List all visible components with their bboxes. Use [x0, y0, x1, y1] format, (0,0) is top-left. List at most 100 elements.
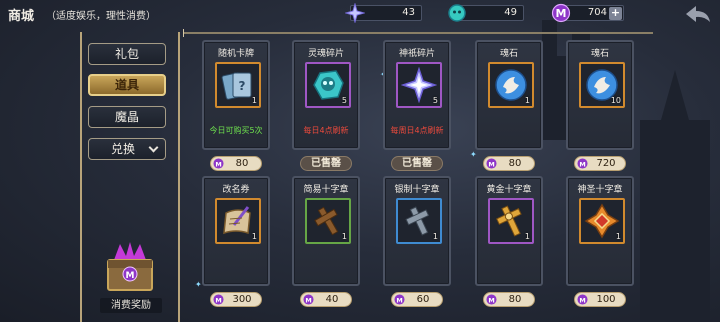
svg-text:M: M: [305, 296, 311, 304]
spending-reward-label[interactable]: 消费奖励: [100, 298, 162, 313]
spirit-orb-value: 49: [504, 7, 517, 18]
price-button[interactable]: M 720: [574, 156, 626, 171]
item-quantity: 10: [610, 96, 621, 105]
chevron-down-icon: [148, 142, 159, 153]
sparkle-icon: ✦: [195, 280, 202, 289]
purple-gem-icon: M: [213, 158, 224, 169]
soul-shard-icon: [313, 70, 344, 100]
item-quantity: 5: [341, 96, 347, 105]
tab-exchange-label: 兑换: [111, 142, 136, 156]
svg-text:M: M: [215, 296, 221, 304]
item-quantity: 1: [341, 232, 347, 241]
scroll-quill-icon: [223, 206, 251, 235]
item-name: 简易十字章: [303, 185, 349, 195]
top-bar: 商城 （适度娱乐，理性消费） 43 49 M 704 +: [0, 0, 720, 28]
svg-text:M: M: [488, 160, 494, 168]
svg-text:M: M: [396, 296, 402, 304]
shop-item-soul-stone-bundle[interactable]: 魂石 10: [566, 40, 634, 150]
price-button[interactable]: M 40: [300, 292, 352, 307]
purple-gem-value: 704: [587, 7, 607, 18]
page-subtitle: （适度娱乐，理性消费）: [46, 11, 156, 22]
item-quantity: 1: [524, 232, 530, 241]
item-name: 银制十字章: [394, 185, 440, 195]
svg-text:?: ?: [239, 79, 246, 93]
price-button[interactable]: M 100: [574, 292, 626, 307]
item-icon-frame: ? 1: [215, 62, 261, 108]
price-button[interactable]: M 300: [210, 292, 262, 307]
svg-text:M: M: [579, 160, 585, 168]
item-icon-frame: 1: [305, 198, 351, 244]
item-name: 神祇碎片: [398, 49, 435, 59]
page-title: 商城: [8, 9, 35, 24]
star-shard-value: 43: [402, 7, 415, 18]
purple-gem-icon: M: [303, 294, 314, 305]
wooden-cross-icon: [314, 206, 339, 236]
price-value: 80: [508, 158, 522, 169]
item-quantity: 1: [251, 232, 257, 241]
svg-text:M: M: [215, 160, 221, 168]
card-deck-icon: ?: [221, 72, 252, 100]
star-shard-icon: [345, 3, 365, 23]
shop-item-deity-shard[interactable]: 神祇碎片 5 每周日4点刷新: [383, 40, 451, 150]
item-quantity: 1: [432, 232, 438, 241]
shop-item-random-card[interactable]: 随机卡牌 ? 1 今日可购买5次: [202, 40, 270, 150]
refresh-note: 每周日4点刷新: [390, 126, 444, 135]
tab-gift-pack[interactable]: 礼包: [88, 43, 166, 65]
holy-cross-icon: [584, 203, 620, 239]
spirit-orb-counter: 49: [448, 4, 524, 22]
shop-item-rename-ticket[interactable]: 改名券 1: [202, 176, 270, 286]
shop-item-silver-cross[interactable]: 银制十字章 1: [383, 176, 451, 286]
star-shard-counter: 43: [345, 3, 422, 23]
castle-silhouette: [640, 70, 710, 320]
tab-items[interactable]: 道具: [88, 74, 166, 96]
item-icon-frame: 1: [215, 198, 261, 244]
reward-chest-icon[interactable]: M: [104, 240, 156, 298]
shop-item-holy-cross[interactable]: 神圣十字章 1: [566, 176, 634, 286]
item-name: 随机卡牌: [217, 49, 254, 59]
sold-out-badge: 已售罄: [300, 156, 352, 171]
price-button[interactable]: M 80: [210, 156, 262, 171]
deity-shard-icon: [401, 67, 437, 103]
price-value: 40: [325, 294, 339, 305]
svg-text:M: M: [126, 271, 135, 281]
item-icon-frame: 1: [396, 198, 442, 244]
purple-gem-icon: M: [577, 158, 588, 169]
add-gem-button[interactable]: +: [609, 7, 622, 20]
item-quantity: 1: [615, 232, 621, 241]
svg-text:M: M: [556, 7, 567, 20]
refresh-note: 每日4点刷新: [303, 126, 349, 135]
price-button[interactable]: M 60: [391, 292, 443, 307]
purple-gem-counter: M 704 +: [551, 3, 624, 23]
shop-item-simple-cross[interactable]: 简易十字章 1: [292, 176, 360, 286]
purple-gem-icon: M: [577, 294, 588, 305]
svg-text:M: M: [488, 296, 494, 304]
svg-text:M: M: [579, 296, 585, 304]
item-icon-frame: 10: [579, 62, 625, 108]
sold-out-badge: 已售罄: [391, 156, 443, 171]
item-quantity: 1: [524, 96, 530, 105]
item-icon-frame: 5: [396, 62, 442, 108]
tab-exchange[interactable]: 兑换: [88, 138, 166, 160]
shop-item-gold-cross[interactable]: 黄金十字章 1: [475, 176, 543, 286]
item-quantity: 5: [432, 96, 438, 105]
spirit-orb-icon: [448, 4, 466, 22]
price-value: 80: [235, 158, 249, 169]
shop-item-soul-shard[interactable]: 灵魂碎片 5 每日4点刷新: [292, 40, 360, 150]
tab-magic-crystal[interactable]: 魔晶: [88, 106, 166, 128]
back-arrow-icon[interactable]: [684, 4, 712, 24]
price-button[interactable]: M 80: [483, 292, 535, 307]
price-value: 300: [232, 294, 252, 305]
item-name: 神圣十字章: [577, 185, 623, 195]
item-icon-frame: 1: [488, 198, 534, 244]
item-name: 魂石: [499, 49, 518, 59]
soul-stone-icon: [495, 69, 527, 101]
purple-gem-icon: M: [394, 294, 405, 305]
shop-item-soul-stone[interactable]: 魂石 1: [475, 40, 543, 150]
price-value: 100: [596, 294, 616, 305]
item-icon-frame: 5: [305, 62, 351, 108]
price-value: 60: [416, 294, 430, 305]
item-name: 魂石: [590, 49, 609, 59]
purple-gem-icon: M: [213, 294, 224, 305]
price-button[interactable]: M 80: [483, 156, 535, 171]
silver-cross-icon: [405, 206, 430, 236]
